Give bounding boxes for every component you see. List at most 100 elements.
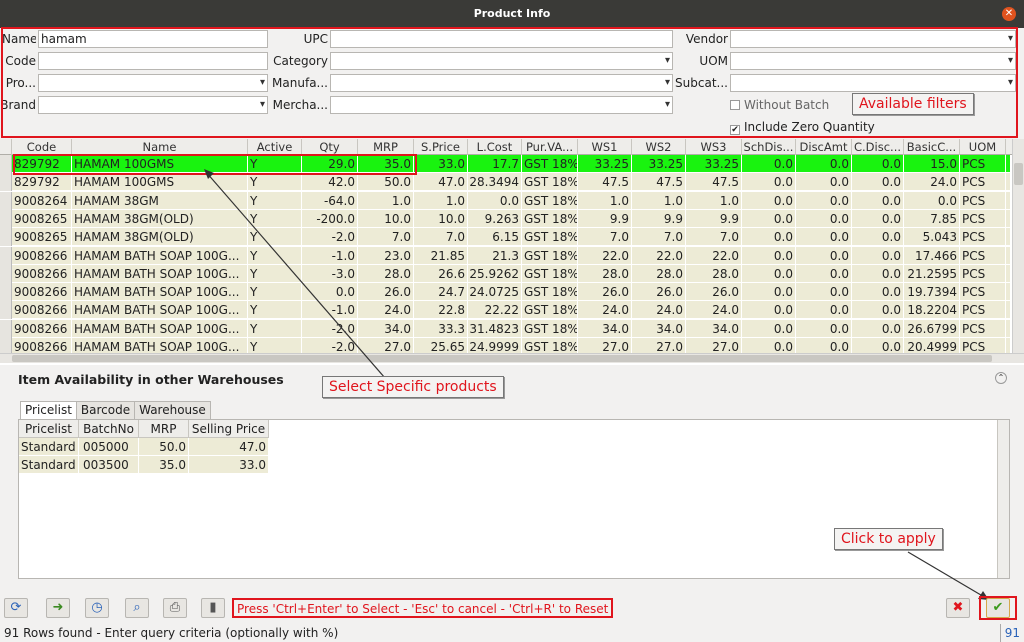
table-cell[interactable]: 33.25 [578,155,632,173]
table-cell[interactable]: 35.0 [139,456,189,474]
row-header[interactable] [0,191,12,210]
table-cell[interactable]: 1.0 [578,191,632,210]
table-cell[interactable]: Y [248,264,302,283]
table-cell[interactable]: 22.22 [468,301,522,320]
table-cell[interactable]: Y [248,283,302,302]
table-cell[interactable]: HAMAM BATH SOAP 100G... [72,301,248,320]
table-cell[interactable]: 9008266 [12,301,72,320]
table-cell[interactable]: 24.0 [358,301,414,320]
table-cell[interactable]: 0.0 [796,209,852,228]
column-header[interactable]: L.Cost [468,139,522,155]
table-cell[interactable]: 24.0 [904,173,960,192]
row-header[interactable] [0,264,12,283]
table-cell[interactable]: GST 18% [522,264,578,283]
table-cell[interactable]: 0.0 [742,246,796,265]
table-cell[interactable]: 003500 [79,456,139,474]
table-cell[interactable]: -2.0 [302,228,358,247]
table-cell[interactable]: PCS [960,301,1006,320]
table-cell[interactable]: 24.0725 [468,283,522,302]
table-cell[interactable]: 7.0 [578,228,632,247]
table-cell[interactable]: Y [248,246,302,265]
table-row[interactable]: 9008264 HAMAM 38GM Y -64.0 1.0 1.0 0.0 GST 18% 1… [0,191,1010,210]
table-cell[interactable]: 28.0 [632,264,686,283]
table-cell[interactable]: 0.0 [904,191,960,210]
table-cell[interactable]: -2.0 [302,319,358,338]
table-cell[interactable]: 0.0 [796,301,852,320]
table-cell[interactable]: 1.0 [632,191,686,210]
refresh-icon[interactable]: ⟳ [4,598,28,618]
table-cell[interactable]: 22.8 [414,301,468,320]
table-cell[interactable]: 18.2204 [904,301,960,320]
table-cell[interactable]: Y [248,209,302,228]
tab-pricelist[interactable]: Pricelist [20,401,77,419]
table-cell[interactable]: 21.85 [414,246,468,265]
close-icon[interactable]: ✕ [1002,7,1016,21]
table-row[interactable]: 9008265 HAMAM 38GM(OLD) Y -2.0 7.0 7.0 6.15 GST… [0,228,1010,247]
table-cell[interactable]: 9.9 [686,209,742,228]
table-row[interactable]: 9008265 HAMAM 38GM(OLD) Y -200.0 10.0 10.0 9.2… [0,209,1010,228]
collapse-icon[interactable]: ⌃ [995,372,1007,384]
table-cell[interactable]: 0.0 [852,173,904,192]
table-cell[interactable]: HAMAM 38GM(OLD) [72,209,248,228]
table-cell[interactable]: PCS [960,264,1006,283]
table-cell[interactable]: 0.0 [796,319,852,338]
table-cell[interactable]: 21.2595 [904,264,960,283]
table-cell[interactable]: 7.0 [414,228,468,247]
table-cell[interactable]: PCS [960,209,1006,228]
table-cell[interactable]: 0.0 [742,191,796,210]
table-cell[interactable]: Standard [19,456,79,474]
table-cell[interactable]: 0.0 [742,283,796,302]
table-cell[interactable]: Y [248,173,302,192]
table-cell[interactable]: GST 18% [522,301,578,320]
table-cell[interactable]: HAMAM 100GMS [72,173,248,192]
table-cell[interactable]: GST 18% [522,246,578,265]
table-cell[interactable]: PCS [960,191,1006,210]
table-cell[interactable]: 17.466 [904,246,960,265]
table-cell[interactable]: 50.0 [358,173,414,192]
table-cell[interactable]: 42.0 [302,173,358,192]
table-cell[interactable]: PCS [960,283,1006,302]
table-cell[interactable]: 26.0 [632,283,686,302]
table-cell[interactable]: 28.0 [686,264,742,283]
table-cell[interactable]: 9008266 [12,264,72,283]
table-row[interactable]: 9008266 HAMAM BATH SOAP 100G... Y -2.0 34.0 3… [0,319,1010,338]
table-cell[interactable]: GST 18% [522,155,578,173]
table-cell[interactable]: -1.0 [302,301,358,320]
table-row[interactable]: 9008266 HAMAM BATH SOAP 100G... Y -1.0 24.0 2… [0,301,1010,320]
row-header[interactable] [0,319,12,338]
table-cell[interactable]: 33.25 [686,155,742,173]
table-cell[interactable]: 0.0 [742,209,796,228]
table-cell[interactable]: 15.0 [904,155,960,173]
table-cell[interactable]: 22.0 [632,246,686,265]
table-cell[interactable]: 829792 [12,173,72,192]
table-cell[interactable]: HAMAM 38GM(OLD) [72,228,248,247]
table-cell[interactable]: 34.0 [686,319,742,338]
table-cell[interactable]: PCS [960,173,1006,192]
table-cell[interactable]: 0.0 [852,319,904,338]
table-cell[interactable]: 0.0 [796,246,852,265]
table-cell[interactable]: 47.0 [414,173,468,192]
table-row[interactable]: 9008266 HAMAM BATH SOAP 100G... Y -1.0 23.0 2… [0,246,1010,265]
table-cell[interactable]: 26.0 [578,283,632,302]
table-cell[interactable]: 0.0 [468,191,522,210]
column-header[interactable]: Selling Price [189,420,269,438]
table-cell[interactable]: 17.7 [468,155,522,173]
table-cell[interactable]: HAMAM 38GM [72,191,248,210]
table-cell[interactable]: 0.0 [742,301,796,320]
table-cell[interactable]: -200.0 [302,209,358,228]
tab-barcode[interactable]: Barcode [75,401,136,419]
row-header[interactable] [0,301,12,320]
table-cell[interactable]: 1.0 [414,191,468,210]
table-cell[interactable]: 24.0 [686,301,742,320]
table-cell[interactable]: 0.0 [796,155,852,173]
table-cell[interactable]: 26.6 [414,264,468,283]
row-header[interactable] [0,209,12,228]
column-header[interactable]: C.Disc... [852,139,904,155]
table-cell[interactable]: 33.25 [632,155,686,173]
table-cell[interactable]: 0.0 [742,319,796,338]
table-cell[interactable]: 9.263 [468,209,522,228]
table-cell[interactable]: 47.5 [578,173,632,192]
table-cell[interactable]: 34.0 [358,319,414,338]
table-cell[interactable]: HAMAM BATH SOAP 100G... [72,319,248,338]
table-cell[interactable]: Y [248,319,302,338]
